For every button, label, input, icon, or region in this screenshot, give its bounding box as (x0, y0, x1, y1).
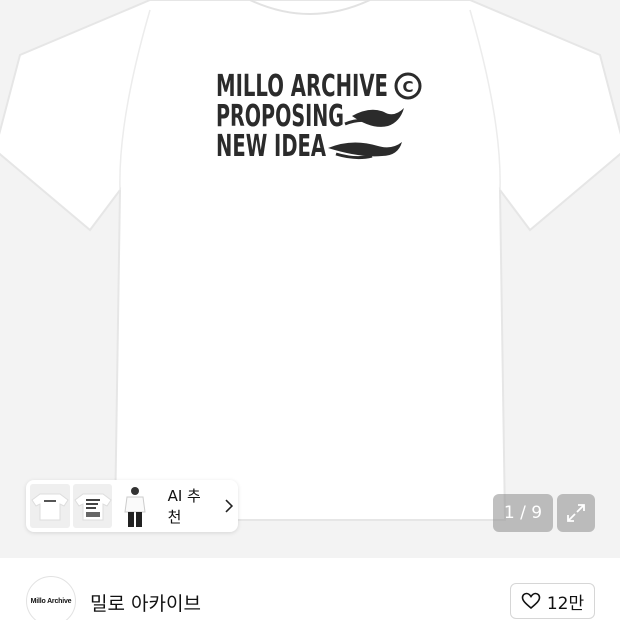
like-count: 12만 (546, 593, 585, 614)
ai-recommendation-label: AI 추천 (167, 487, 201, 526)
product-image-area[interactable]: MILLO ARCHIVE C PROPOSING NEW IDEA AI 추천… (0, 0, 620, 558)
thumbnail-back[interactable] (72, 484, 113, 528)
expand-arrows-icon (567, 504, 585, 522)
thumbnail-front[interactable] (30, 484, 70, 528)
brand-logo[interactable]: Millo Archive (26, 576, 76, 620)
svg-text:C: C (402, 78, 413, 96)
brand-logo-text: Millo Archive (30, 597, 72, 605)
brand-name[interactable]: 밀로 아카이브 (90, 589, 201, 616)
like-button[interactable]: 12만 (510, 583, 595, 619)
tshirt-image: MILLO ARCHIVE C PROPOSING NEW IDEA (0, 0, 620, 521)
expand-button[interactable] (557, 494, 595, 532)
heart-outline-icon (521, 592, 541, 610)
image-pager: 1 / 9 (493, 494, 553, 532)
ai-recommendation-card[interactable]: AI 추천 (26, 480, 238, 532)
thumbnail-model[interactable] (115, 484, 155, 528)
chevron-right-icon (225, 499, 234, 513)
print-line-3: NEW IDEA (216, 129, 327, 164)
